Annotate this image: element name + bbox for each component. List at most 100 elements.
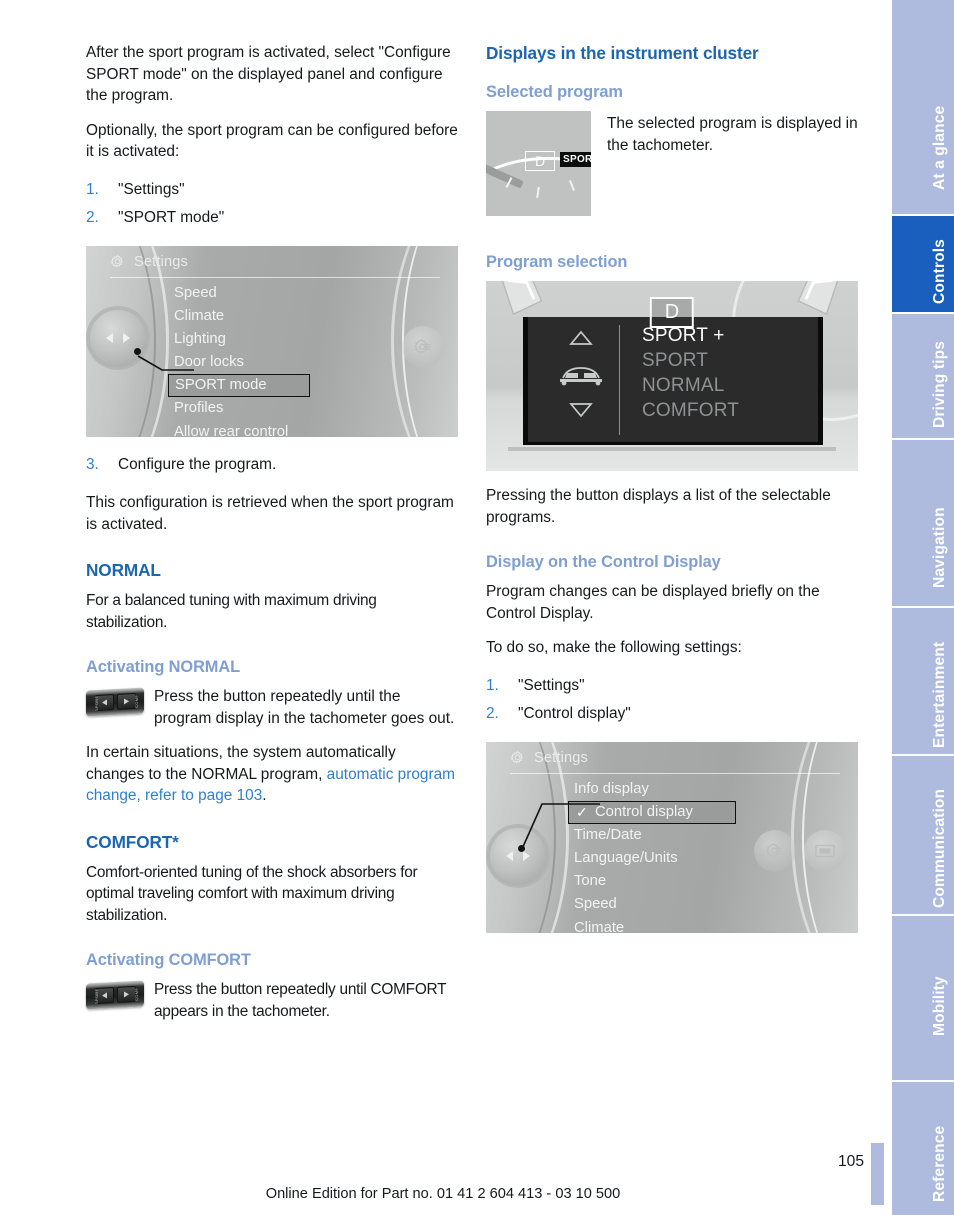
- menu-item-sport-mode-selected[interactable]: SPORT mode: [168, 374, 310, 398]
- triangle-down-icon: [569, 403, 593, 418]
- right-column: Displays in the instrument cluster Selec…: [486, 42, 858, 947]
- retrieved-paragraph: This configuration is retrieved when the…: [86, 494, 454, 533]
- sidebar-tab-navigation[interactable]: Navigation: [885, 440, 954, 606]
- program-item-sport-plus[interactable]: SPORT +: [642, 323, 739, 348]
- gear-button-icon[interactable]: [402, 325, 444, 368]
- sidebar-tab-at-a-glance[interactable]: At a glance: [885, 0, 954, 214]
- menu-item-tone[interactable]: Tone: [574, 870, 848, 893]
- arrow-left-icon: [106, 332, 113, 343]
- car-front-icon: [560, 367, 602, 386]
- page-number: 105: [837, 1153, 864, 1170]
- step-number: 2.: [486, 705, 499, 722]
- settings-header: Settings: [510, 750, 588, 766]
- header-divider: [510, 772, 840, 774]
- edition-footer: Online Edition for Part no. 01 41 2 604 …: [265, 1186, 621, 1202]
- arrow-right-icon: [123, 332, 130, 343]
- settings-menu-figure-control-display: Settings Info display ✓ Control display T…: [486, 741, 858, 933]
- menu-item-profiles[interactable]: Profiles: [174, 397, 448, 420]
- sidebar-tab-label: Reference: [931, 1125, 948, 1202]
- activating-comfort-block: SPORT COMF Press the button repeatedly u…: [86, 979, 458, 1035]
- sidebar-tab-label: Navigation: [931, 507, 948, 588]
- settings-menu-figure-sport: Settings Speed Climate Lighting Door loc…: [86, 245, 458, 437]
- intro-paragraph: After the sport program is activated, se…: [86, 44, 451, 104]
- menu-item-climate[interactable]: Climate: [574, 917, 848, 933]
- sidebar-tab-communication[interactable]: Communication: [885, 756, 954, 914]
- tab-notch: [885, 1082, 892, 1215]
- menu-item-speed[interactable]: Speed: [174, 282, 448, 305]
- activating-normal-block: SPORT COMF Press the button repeatedly u…: [86, 686, 458, 742]
- tab-notch: [885, 0, 892, 214]
- idrive-controller-knob[interactable]: [490, 827, 546, 884]
- sidebar-tab-label: Mobility: [931, 976, 948, 1036]
- step-number: 1.: [86, 180, 99, 198]
- sidebar-tab-label: Communication: [931, 788, 948, 908]
- tab-notch: [885, 916, 892, 1080]
- menu-item-speed[interactable]: Speed: [574, 893, 848, 916]
- manual-page: After the sport program is activated, se…: [0, 0, 954, 1215]
- switch-pad-right[interactable]: [116, 692, 136, 710]
- program-item-normal[interactable]: NORMAL: [642, 373, 739, 398]
- arrow-left-icon: [101, 699, 107, 706]
- step-number: 2.: [86, 209, 99, 226]
- to-do-so-text: To do so, make the following settings:: [486, 639, 742, 656]
- sidebar-tab-entertainment[interactable]: Entertainment: [885, 608, 954, 754]
- control-display-heading: Display on the Control Display: [486, 553, 721, 571]
- leader-dot: [518, 844, 525, 852]
- sidebar-tab-driving-tips[interactable]: Driving tips: [885, 314, 954, 438]
- switch-pad-right[interactable]: [116, 985, 136, 1003]
- step-text: "SPORT mode": [118, 209, 225, 226]
- display-button-icon[interactable]: [804, 829, 846, 872]
- triangle-up-icon: [569, 330, 593, 345]
- switch-label-left: SPORT: [94, 988, 100, 1004]
- sidebar-tab-controls[interactable]: Controls: [885, 216, 954, 312]
- gear-icon: [110, 254, 125, 269]
- left-steps-list: 1. "Settings" 2. "SPORT mode": [86, 176, 458, 233]
- pressing-button-text: Pressing the button displays a list of t…: [486, 487, 831, 526]
- idrive-controller-knob[interactable]: [90, 309, 146, 366]
- cluster-base: [508, 447, 836, 451]
- gear-icon: [510, 750, 525, 765]
- menu-item-info-display[interactable]: Info display: [574, 778, 848, 801]
- settings-title: Settings: [534, 749, 588, 766]
- gear-indicator: D: [525, 151, 556, 171]
- settings-header: Settings: [110, 254, 188, 270]
- program-item-sport[interactable]: SPORT: [642, 348, 739, 373]
- menu-item-label: Control display: [595, 803, 693, 820]
- tab-notch: [885, 314, 892, 438]
- chapter-tab-rail: At a glance Controls Driving tips Naviga…: [885, 0, 954, 1215]
- comfort-paragraph: Comfort-oriented tuning of the shock abs…: [86, 863, 418, 924]
- arrow-right-icon: [123, 991, 129, 998]
- menu-item-allow-rear-control[interactable]: Allow rear control: [174, 421, 448, 437]
- comfort-heading: COMFORT*: [86, 831, 179, 852]
- arrow-left-icon: [506, 850, 513, 861]
- list-item: 3. Configure the program.: [86, 451, 458, 480]
- normal-paragraph: For a balanced tuning with maximum drivi…: [86, 592, 377, 631]
- sidebar-tab-mobility[interactable]: Mobility: [885, 916, 954, 1080]
- auto-change-suffix: .: [262, 787, 267, 804]
- activating-normal-heading: Activating NORMAL: [86, 658, 241, 676]
- gear-button-icon[interactable]: [754, 829, 796, 872]
- switch-label-left: SPORT: [94, 695, 100, 711]
- control-display-text: Program changes can be displayed briefly…: [486, 583, 820, 622]
- step-text: Configure the program.: [118, 455, 277, 473]
- right-steps-list: 1. "Settings" 2. "Control display": [486, 672, 858, 729]
- sidebar-tab-label: Driving tips: [931, 341, 948, 428]
- sport-mode-badge: SPORT: [560, 152, 591, 167]
- step-number: 1.: [486, 676, 499, 694]
- program-item-comfort[interactable]: COMFORT: [642, 398, 739, 423]
- normal-heading: NORMAL: [86, 560, 161, 580]
- arrow-left-icon: [101, 992, 107, 999]
- tab-notch: [885, 756, 892, 914]
- tachometer-figure-block: D SPORT The selected program is displaye…: [486, 111, 858, 216]
- sidebar-tab-label: At a glance: [931, 105, 948, 190]
- menu-item-control-display-selected[interactable]: ✓ Control display: [568, 800, 736, 824]
- menu-item-climate[interactable]: Climate: [174, 305, 448, 328]
- sidebar-tab-reference[interactable]: Reference: [885, 1082, 954, 1215]
- step3-list: 3. Configure the program.: [86, 451, 458, 480]
- switch-label-right: COMF: [134, 694, 140, 708]
- program-list: SPORT + SPORT NORMAL COMFORT: [642, 323, 739, 423]
- tachometer-figure: D SPORT: [486, 111, 591, 216]
- tab-notch: [885, 440, 892, 606]
- rocker-switch-icon: SPORT COMF: [86, 980, 144, 1010]
- check-icon: ✓: [576, 803, 588, 820]
